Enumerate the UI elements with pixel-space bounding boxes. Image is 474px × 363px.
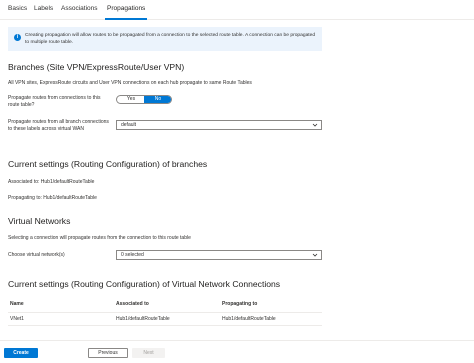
propagate-routes-toggle: Yes No [116, 95, 172, 104]
column-header-associated: Associated to [116, 301, 149, 307]
choose-vnets-value: 0 selected [121, 252, 144, 258]
virtual-networks-description: Selecting a connection will propagate ro… [8, 235, 191, 241]
row-associated-cell: Hub1/defaultRouteTable [116, 316, 170, 322]
branches-associated-to: Associated to: Hub1/defaultRouteTable [8, 179, 95, 185]
current-branches-heading: Current settings (Routing Configuration)… [8, 159, 208, 169]
footer-bar: Create Previous Next [0, 340, 474, 363]
chevron-down-icon [312, 123, 318, 127]
row-propagating-cell: Hub1/defaultRouteTable [222, 316, 276, 322]
info-text: Creating propagation will allow routes t… [25, 33, 316, 45]
branch-labels-label: Propagate routes from all branch connect… [8, 119, 109, 132]
propagate-routes-label: Propagate routes from connections to thi… [8, 95, 101, 108]
tab-labels[interactable]: Labels [34, 5, 53, 12]
branch-labels-dropdown[interactable]: default [116, 120, 322, 130]
table-row: VNet1 Hub1/defaultRouteTable Hub1/defaul… [8, 312, 322, 326]
virtual-networks-heading: Virtual Networks [8, 216, 71, 226]
choose-vnets-label: Choose virtual network(s) [8, 252, 65, 258]
column-header-propagating: Propagating to [222, 301, 258, 307]
tab-basics[interactable]: Basics [8, 5, 27, 12]
branch-labels-value: default [121, 122, 137, 128]
row-name-cell: VNet1 [10, 316, 24, 322]
toggle-yes-option[interactable]: Yes [117, 96, 145, 103]
next-button[interactable]: Next [132, 348, 165, 358]
previous-button[interactable]: Previous [88, 348, 128, 358]
chevron-down-icon [312, 253, 318, 257]
column-header-name: Name [10, 301, 24, 307]
branches-heading: Branches (Site VPN/ExpressRoute/User VPN… [8, 62, 185, 72]
toggle-no-option[interactable]: No [144, 96, 171, 103]
active-tab-indicator [105, 18, 147, 20]
tab-propagations[interactable]: Propagations [107, 5, 145, 12]
info-icon: i [14, 34, 21, 41]
tab-associations[interactable]: Associations [61, 5, 98, 12]
choose-vnets-dropdown[interactable]: 0 selected [116, 250, 322, 260]
branches-description: All VPN sites, ExpressRoute circuits and… [8, 80, 252, 86]
tab-bar: Basics Labels Associations Propagations [0, 0, 474, 20]
table-header: Name Associated to Propagating to [8, 299, 322, 311]
current-vnets-heading: Current settings (Routing Configuration)… [8, 279, 281, 289]
info-banner: i Creating propagation will allow routes… [8, 27, 322, 51]
branches-propagating-to: Propagating to: Hub1/defaultRouteTable [8, 195, 97, 201]
create-button[interactable]: Create [4, 348, 38, 358]
